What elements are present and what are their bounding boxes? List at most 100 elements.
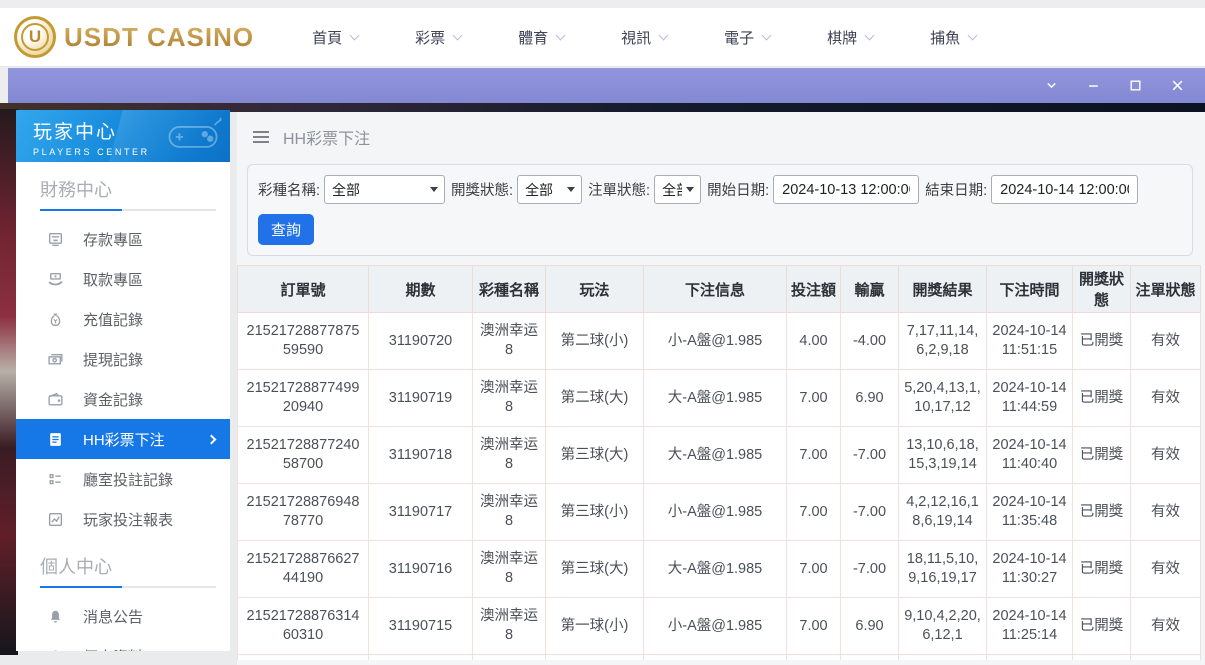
- col-header-lottery_name: 彩種名稱: [473, 266, 546, 313]
- col-header-draw_result: 開獎結果: [899, 266, 987, 313]
- sidebar-item-hh-lottery-bets[interactable]: HH彩票下注: [16, 419, 230, 459]
- draw-status-label: 開獎狀態:: [451, 179, 513, 200]
- sidebar-item-player-bet-report[interactable]: 玩家投注報表: [16, 499, 230, 539]
- minimize-window-button[interactable]: [1086, 78, 1101, 93]
- cell-win_loss: [841, 655, 899, 661]
- hamburger-icon[interactable]: [252, 130, 270, 144]
- filter-group-order-status: 注單狀態:全部: [588, 175, 701, 204]
- cell-draw_status: 已開獎: [1073, 370, 1131, 427]
- cell-order_no: 2152172887631460310: [238, 598, 369, 655]
- order-status-label: 注單狀態:: [588, 179, 650, 200]
- lottery-name-select[interactable]: 全部: [324, 175, 445, 204]
- cell-win_loss: -4.00: [841, 313, 899, 370]
- cell-order_status: 有效: [1131, 484, 1201, 541]
- nav-item-label: 棋牌: [827, 27, 857, 48]
- sidebar-item-room-bet-records[interactable]: 廳室投註記錄: [16, 459, 230, 499]
- main-nav: 首頁彩票體育 視訊電子 棋牌 捕魚: [312, 27, 1033, 48]
- cell-period: 31190716: [369, 541, 473, 598]
- col-header-play_type: 玩法: [546, 266, 644, 313]
- cell-draw_status: 已開獎: [1073, 313, 1131, 370]
- col-header-bet_time: 下注時間: [987, 266, 1073, 313]
- cell-draw_result: 4,2,12,16,18,6,19,14: [899, 484, 987, 541]
- screen: U USDT CASINO 首頁彩票體育 視訊電子 棋牌 捕魚 玩家中心 PLAYER…: [0, 0, 1205, 665]
- table-row: 215217288766274419031190716澳洲幸运8第三球(大)大-…: [238, 541, 1201, 598]
- nav-item-lottery[interactable]: 彩票: [415, 27, 518, 48]
- nav-item-video[interactable]: 視訊: [621, 27, 724, 48]
- sidebar-item-deposit[interactable]: 存款專區: [16, 219, 230, 259]
- table-row: 215217288769487877031190717澳洲幸运8第三球(小)小-…: [238, 484, 1201, 541]
- col-header-order_no: 訂單號: [238, 266, 369, 313]
- cell-draw_status: 已開獎: [1073, 484, 1131, 541]
- sidebar-item-profile[interactable]: 個人資料: [16, 636, 230, 651]
- filter-group-lottery-name: 彩種名稱:全部: [258, 175, 445, 204]
- maximize-window-button[interactable]: [1128, 78, 1143, 93]
- cell-period: 31190720: [369, 313, 473, 370]
- sidebar-item-announcements[interactable]: 消息公告: [16, 596, 230, 636]
- nav-item-fishing[interactable]: 捕魚: [930, 27, 1033, 48]
- draw-status-select[interactable]: 全部: [517, 175, 582, 204]
- close-window-button[interactable]: [1170, 78, 1185, 93]
- search-button[interactable]: 查詢: [258, 214, 314, 245]
- cell-win_loss: 6.90: [841, 598, 899, 655]
- collapse-window-button[interactable]: [1044, 78, 1059, 93]
- brand[interactable]: U USDT CASINO: [0, 16, 254, 58]
- cell-draw_result: 13,10,6,18,15,3,19,14: [899, 427, 987, 484]
- window-titlebar: [8, 68, 1205, 103]
- nav-item-home[interactable]: 首頁: [312, 27, 415, 48]
- sidebar-item-label: HH彩票下注: [83, 429, 165, 450]
- draw-status-select-wrap: 全部: [517, 175, 582, 204]
- cell-lottery_name: 澳洲幸运8: [473, 541, 546, 598]
- col-header-order_status: 注單狀態: [1131, 266, 1201, 313]
- lottery-doc-icon: [47, 431, 64, 448]
- cell-bet_amount: 7.00: [787, 427, 841, 484]
- table-row: 215217288774992094031190719澳洲幸运8第二球(大)大-…: [238, 370, 1201, 427]
- nav-item-label: 體育: [518, 27, 548, 48]
- lottery-name-select-wrap: 全部: [324, 175, 445, 204]
- user-icon: [47, 648, 64, 652]
- cell-bet_time: 2024-10-14 11:25:14: [987, 598, 1073, 655]
- filter-panel: 彩種名稱:全部開獎狀態:全部注單狀態:全部開始日期:結束日期: 查詢: [247, 164, 1193, 256]
- order-status-select[interactable]: 全部: [654, 175, 701, 204]
- nav-item-sports[interactable]: 體育: [518, 27, 621, 48]
- cell-lottery_name: 澳洲幸运8: [473, 427, 546, 484]
- sidebar-item-label: 玩家投注報表: [83, 509, 173, 530]
- bets-table: 訂單號期數彩種名稱玩法下注信息投注額輸贏開獎結果下注時間開獎狀態注單狀態 215…: [237, 265, 1201, 660]
- cell-order_status: 有效: [1131, 313, 1201, 370]
- cell-draw_status: 已開獎: [1073, 541, 1131, 598]
- cell-order_status: [1131, 655, 1201, 661]
- main-panel: HH彩票下注 彩種名稱:全部開獎狀態:全部注單狀態:全部開始日期:結束日期: 查…: [237, 112, 1205, 665]
- chevron-down-icon: [968, 30, 978, 40]
- table-header-row: 訂單號期數彩種名稱玩法下注信息投注額輸贏開獎結果下注時間開獎狀態注單狀態: [238, 266, 1201, 313]
- cell-draw_result: 9,10,4,2,20,6,12,1: [899, 598, 987, 655]
- start-date-input[interactable]: [773, 175, 919, 204]
- cell-play_type: 第三球(小): [546, 484, 644, 541]
- nav-item-slots[interactable]: 電子: [724, 27, 827, 48]
- nav-item-label: 電子: [724, 27, 754, 48]
- sidebar-item-cashout-records[interactable]: 提現記錄: [16, 339, 230, 379]
- page-header: HH彩票下注: [237, 112, 1205, 162]
- end-date-input[interactable]: [991, 175, 1138, 204]
- sidebar-item-recharge-records[interactable]: 充值記錄: [16, 299, 230, 339]
- cell-win_loss: -7.00: [841, 484, 899, 541]
- chevron-down-icon: [1044, 78, 1059, 93]
- cell-period: 31190717: [369, 484, 473, 541]
- cell-play_type: 第一球(小): [546, 598, 644, 655]
- cell-order_status: 有效: [1131, 370, 1201, 427]
- cell-draw_result: 18,11,5,10,9,16,19,17: [899, 541, 987, 598]
- cell-draw_status: [1073, 655, 1131, 661]
- sidebar-item-funds-records[interactable]: 資金記錄: [16, 379, 230, 419]
- cell-period: 31190715: [369, 598, 473, 655]
- cell-order_status: 有效: [1131, 427, 1201, 484]
- cell-order_no: 2152172887694878770: [238, 484, 369, 541]
- sidebar-header: 玩家中心 PLAYERS CENTER: [16, 110, 230, 162]
- chart-icon: [47, 511, 64, 528]
- nav-item-cards[interactable]: 棋牌: [827, 27, 930, 48]
- cell-lottery_name: [473, 655, 546, 661]
- cell-bet_info: 大-A盤@1.985: [644, 370, 787, 427]
- cell-bet_info: 小-A盤@1.985: [644, 598, 787, 655]
- table-row: 215217288772405870031190718澳洲幸运8第三球(大)大-…: [238, 427, 1201, 484]
- filter-row: 彩種名稱:全部開獎狀態:全部注單狀態:全部開始日期:結束日期:: [258, 175, 1182, 204]
- sidebar-item-withdraw[interactable]: 取款專區: [16, 259, 230, 299]
- start-date-label: 開始日期:: [707, 179, 769, 200]
- close-icon: [1170, 78, 1185, 93]
